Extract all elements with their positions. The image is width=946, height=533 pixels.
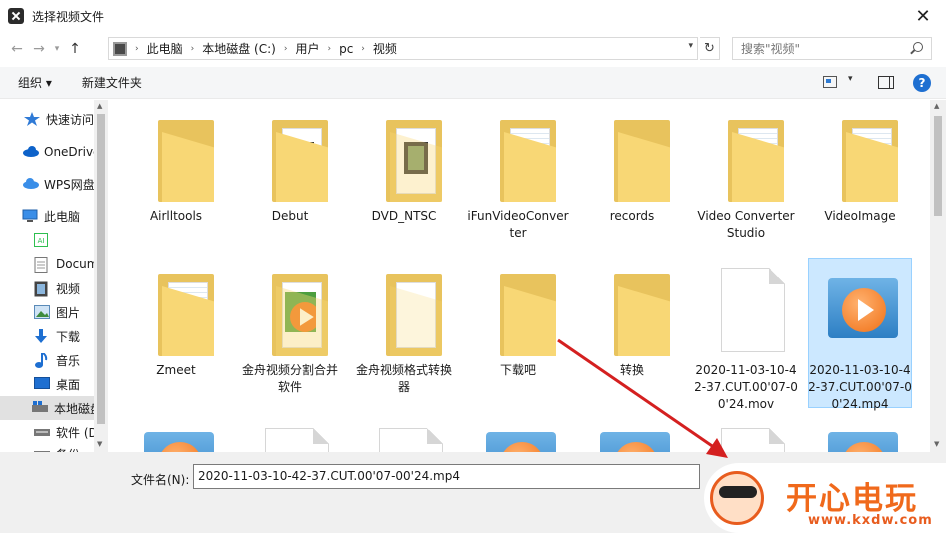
scroll-down-icon[interactable]: ▼	[934, 440, 939, 448]
sidebar-item-label: OneDrive	[44, 145, 101, 159]
file-icon	[721, 268, 785, 352]
search-icon	[913, 42, 923, 52]
download-icon	[34, 329, 50, 343]
breadcrumb-pc[interactable]: pc	[339, 42, 353, 56]
sidebar-item-label: 图片	[56, 305, 81, 320]
sidebar-item-label: 桌面	[56, 377, 81, 392]
svg-text:AI: AI	[38, 237, 45, 245]
back-arrow-icon[interactable]: ←	[6, 35, 28, 63]
video-file-icon	[721, 428, 785, 452]
chevron-down-icon[interactable]: ▾	[848, 74, 853, 84]
sidebar-item-label: WPS网盘	[44, 177, 95, 192]
sidebar-item-label: 音乐	[56, 353, 81, 368]
player-folder-icon	[272, 274, 328, 356]
folder-icon	[614, 120, 670, 202]
document-folder-icon	[728, 120, 784, 202]
sidebar-item-label: 下载	[56, 329, 81, 344]
cloud-wps-icon	[22, 177, 39, 191]
drive-icon	[32, 401, 48, 415]
recent-dropdown-icon[interactable]: ▾	[50, 35, 64, 63]
desktop-icon	[34, 377, 50, 391]
preview-pane-icon[interactable]	[878, 76, 894, 89]
scrollbar-thumb[interactable]	[97, 114, 105, 424]
watermark-title: 开心电玩	[786, 481, 918, 517]
document-icon	[34, 257, 50, 273]
sidebar-item-label: 视频	[56, 281, 81, 296]
address-row: ← → ▾ ↑ › 此电脑 › 本地磁盘 (C:) › 用户 › pc › 视频…	[0, 32, 946, 66]
watermark: 开心电玩 www.kxdw.com	[704, 463, 946, 533]
video-folder-icon	[386, 120, 442, 202]
document-folder-icon	[842, 120, 898, 202]
up-arrow-icon[interactable]: ↑	[64, 35, 86, 63]
sidebar-item-label: 此电脑	[44, 209, 81, 224]
refresh-icon[interactable]: ↻	[700, 37, 720, 60]
forward-arrow-icon[interactable]: →	[28, 35, 50, 63]
chevron-right-icon[interactable]: ›	[135, 44, 139, 54]
scroll-down-icon[interactable]: ▼	[97, 440, 102, 448]
title-bar: 选择视频文件 ✕	[0, 0, 946, 32]
breadcrumb-local-disk[interactable]: 本地磁盘 (C:)	[202, 40, 276, 57]
folder-white-icon	[386, 274, 442, 356]
media-player-icon	[828, 278, 898, 348]
breadcrumb-this-pc[interactable]: 此电脑	[147, 40, 183, 57]
search-input[interactable]: 搜索"视频"	[732, 37, 932, 60]
app-icon-green: AI	[34, 233, 50, 247]
breadcrumb-users[interactable]: 用户	[295, 40, 319, 57]
app-icon	[8, 8, 24, 24]
chevron-right-icon[interactable]: ›	[361, 44, 365, 54]
mascot-logo	[710, 471, 764, 525]
file-icon	[379, 428, 443, 452]
file-list-scrollbar[interactable]: ▲ ▼	[930, 100, 946, 452]
chevron-down-icon[interactable]: ▾	[688, 41, 693, 51]
video-folder-icon	[113, 41, 127, 56]
scroll-up-icon[interactable]: ▲	[97, 102, 102, 110]
navigation-pane: 快速访问 OneDrive WPS网盘 此电脑 AI Documents 视频 …	[0, 100, 108, 452]
picture-icon	[34, 305, 50, 319]
organize-button[interactable]: 组织 ▾	[18, 74, 52, 91]
help-icon[interactable]: ?	[913, 74, 931, 92]
folder-icon	[158, 120, 214, 202]
scrollbar-thumb[interactable]	[934, 116, 942, 216]
new-folder-button[interactable]: 新建文件夹	[82, 74, 142, 91]
view-icon[interactable]	[823, 76, 837, 88]
music-icon	[34, 352, 50, 368]
drive-icon	[34, 425, 50, 439]
chevron-right-icon[interactable]: ›	[191, 44, 195, 54]
sidebar-item-label: 快速访问	[46, 112, 95, 127]
file-icon	[265, 428, 329, 452]
video-icon	[34, 281, 50, 297]
window-title: 选择视频文件	[32, 9, 105, 24]
search-placeholder: 搜索"视频"	[741, 42, 801, 56]
breadcrumb-videos[interactable]: 视频	[373, 40, 397, 57]
document-folder-icon	[500, 120, 556, 202]
computer-icon	[22, 209, 38, 223]
document-folder-icon	[158, 274, 214, 356]
media-player-icon	[144, 432, 214, 452]
scroll-up-icon[interactable]: ▲	[934, 102, 939, 110]
file-list: Airlltools Debut DVD_NTSC iFunVideoConve…	[108, 100, 930, 452]
folder-icon	[500, 274, 556, 356]
sidebar-item-local-disk-c[interactable]: 本地磁盘 (C:)	[0, 396, 94, 420]
folder-icon	[614, 274, 670, 356]
filename-label: 文件名(N):	[131, 473, 190, 487]
media-player-icon	[600, 432, 670, 452]
chevron-right-icon[interactable]: ›	[327, 44, 331, 54]
cloud-icon	[22, 145, 39, 159]
watermark-url: www.kxdw.com	[808, 513, 933, 528]
star-icon	[24, 112, 40, 126]
close-button[interactable]: ✕	[900, 0, 946, 32]
media-player-icon	[828, 432, 898, 452]
media-player-icon	[486, 432, 556, 452]
address-bar[interactable]: › 此电脑 › 本地磁盘 (C:) › 用户 › pc › 视频 ▾	[108, 37, 698, 60]
filename-input[interactable]: 2020-11-03-10-42-37.CUT.00'07-00'24.mp4	[193, 464, 700, 489]
sidebar-scrollbar[interactable]: ▲ ▼	[94, 100, 108, 452]
chevron-right-icon[interactable]: ›	[284, 44, 288, 54]
sidebar-item-label: 本地磁盘 (C:)	[54, 401, 94, 416]
video-folder-icon	[272, 120, 328, 202]
toolbar: 组织 ▾ 新建文件夹 ▾ ?	[0, 67, 946, 99]
